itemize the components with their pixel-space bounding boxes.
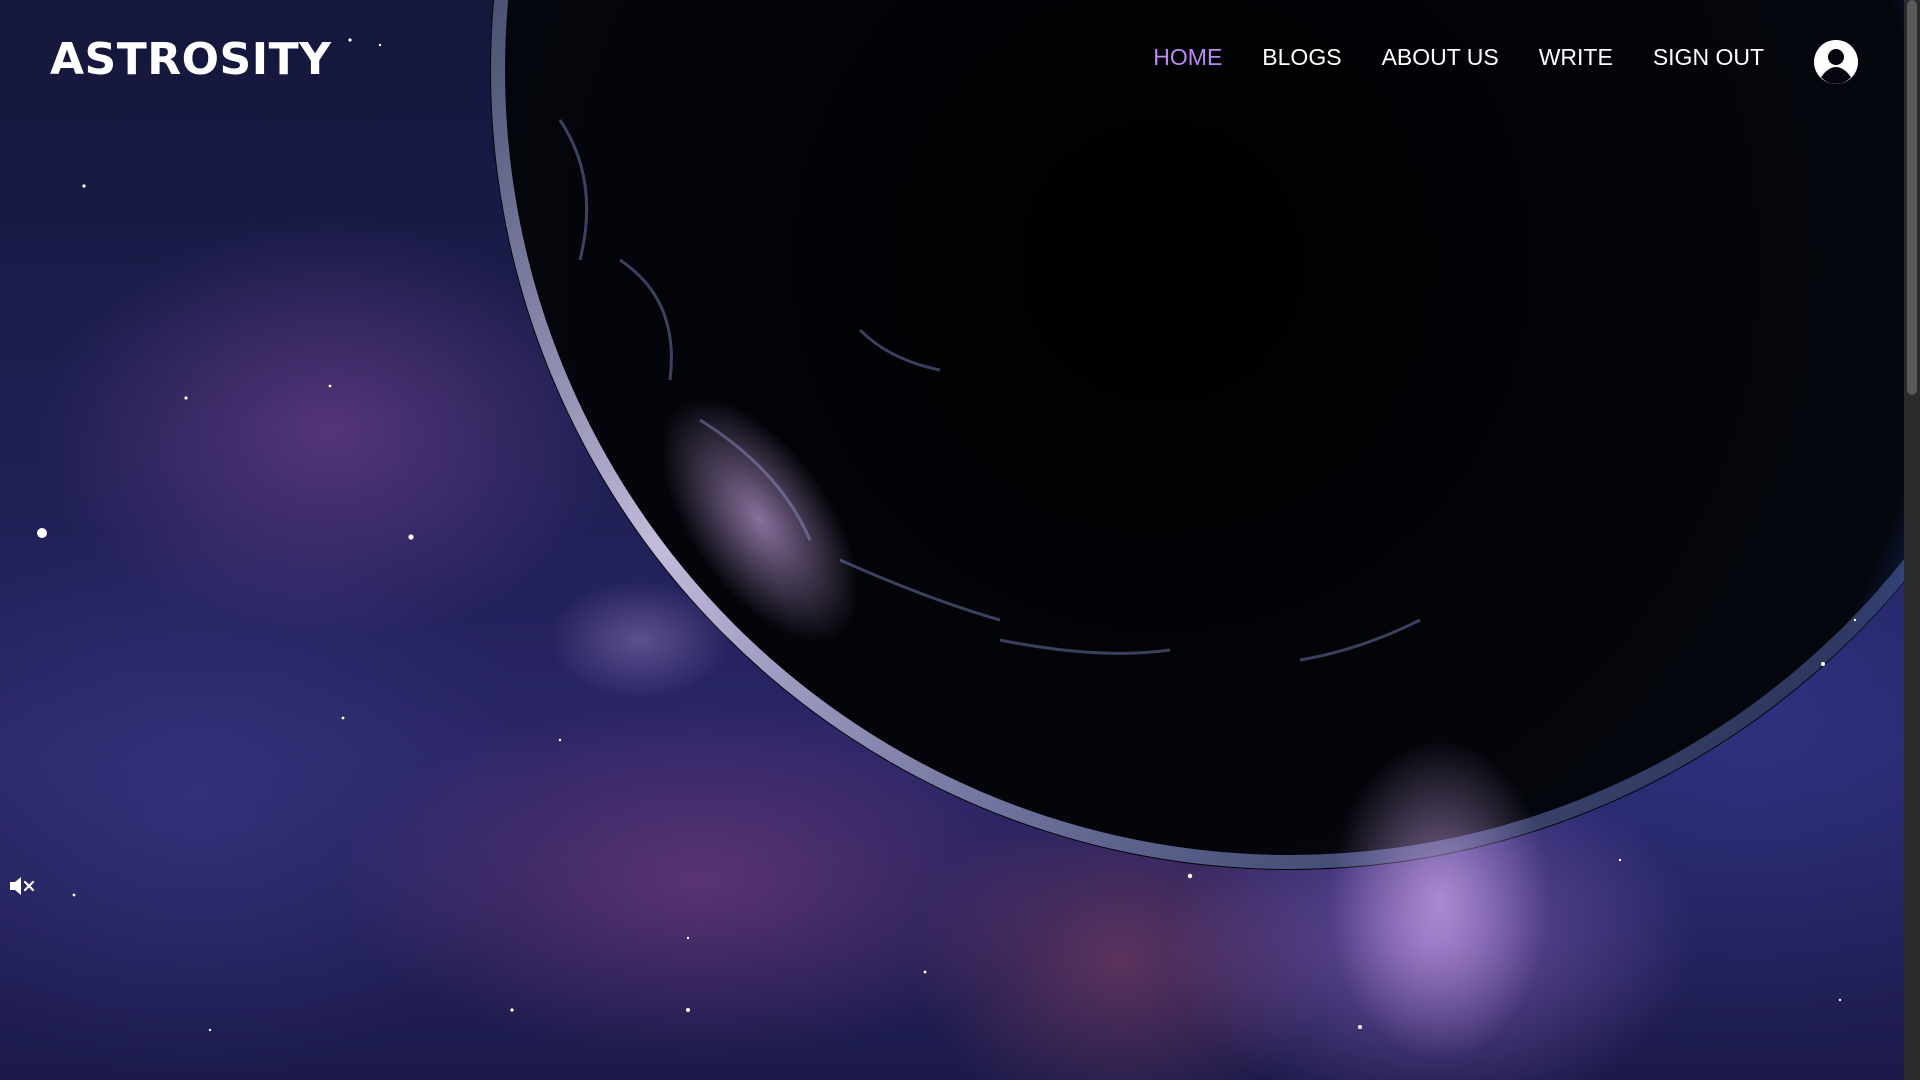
nav-about-us-link[interactable]: ABOUT US [1382,44,1499,71]
scrollbar-thumb[interactable] [1907,0,1917,395]
nebula-wisp [1330,740,1550,1060]
user-profile-button[interactable] [1814,40,1858,84]
nav-home-link[interactable]: HOME [1153,44,1222,71]
site-logo[interactable]: ASTROSITY [50,34,331,85]
page-viewport: ASTROSITY HOME BLOGS ABOUT US WRITE SIGN… [0,0,1920,1080]
top-navbar: ASTROSITY HOME BLOGS ABOUT US WRITE SIGN… [0,0,1904,125]
hero-background-video [0,0,1904,1080]
space-scene [37,0,1904,1060]
user-circle-icon [1814,40,1858,84]
nav-write-link[interactable]: WRITE [1539,44,1613,71]
volume-mute-icon [10,877,35,895]
video-mute-button[interactable] [8,874,36,898]
nebula-wisp [550,580,730,700]
nav-sign-out-link[interactable]: SIGN OUT [1653,44,1764,71]
nav-blogs-link[interactable]: BLOGS [1262,44,1341,71]
page-scrollbar[interactable] [1904,0,1920,1080]
nav-links: HOME BLOGS ABOUT US WRITE SIGN OUT [1153,44,1764,71]
